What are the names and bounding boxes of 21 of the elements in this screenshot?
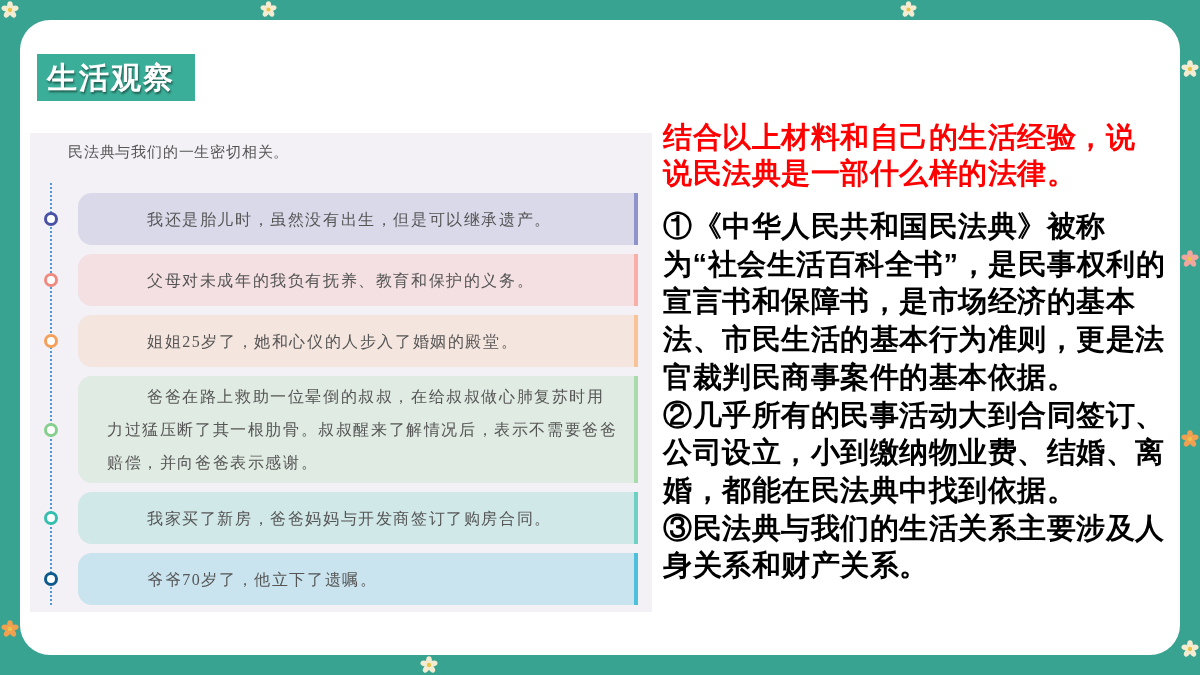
timeline-text: 我家买了新房，爸爸妈妈与开发商签订了购房合同。: [146, 508, 552, 529]
flower-icon: [420, 656, 438, 674]
material-heading: 民法典与我们的一生密切相关。: [68, 143, 291, 162]
flower-icon: [1181, 430, 1199, 448]
flower-icon: [1181, 60, 1199, 78]
question-text: 结合以上材料和自己的生活经验，说说民法典是一部什么样的法律。: [663, 120, 1136, 191]
timeline-text: 姐姐25岁了，她和心仪的人步入了婚姻的殿堂。: [146, 331, 519, 352]
timeline-text: 爷爷70岁了，他立下了遗嘱。: [146, 569, 378, 590]
flower-icon: [260, 1, 277, 18]
flower-icon: [1, 1, 19, 19]
answer-paragraph: ②几乎所有的民事活动大到合同签订、公司设立，小到缴纳物业费、结婚、离婚，都能在民法典中找到依据。: [663, 397, 1166, 508]
flower-icon: [1181, 250, 1199, 268]
timeline-text: 父母对未成年的我负有抚养、教育和保护的义务。: [146, 270, 535, 291]
timeline-text: 爸爸在路上救助一位晕倒的叔叔，在给叔叔做心肺复苏时用力过猛压断了其一根肋骨。叔叔醒来了解情况后，表示不需要爸爸赔偿，并向爸爸表示感谢。: [107, 387, 619, 473]
section-title: 生活观察: [37, 54, 195, 101]
timeline-text: 我还是胎儿时，虽然没有出生，但是可以继承遗产。: [146, 209, 552, 230]
answer-paragraph: ③民法典与我们的生活关系主要涉及人身关系和财产关系。: [663, 510, 1166, 584]
flower-icon: [900, 1, 917, 18]
flower-icon: [1, 620, 19, 638]
flower-icon: [1181, 640, 1199, 658]
answer-paragraph: ①《中华人民共和国民法典》被称为“社会生活百科全书”，是民事权利的宣言书和保障书，是市场经济的基本法、市民生活的基本行为准则，更是法官裁判民商事案件的基本依据。: [663, 209, 1166, 395]
